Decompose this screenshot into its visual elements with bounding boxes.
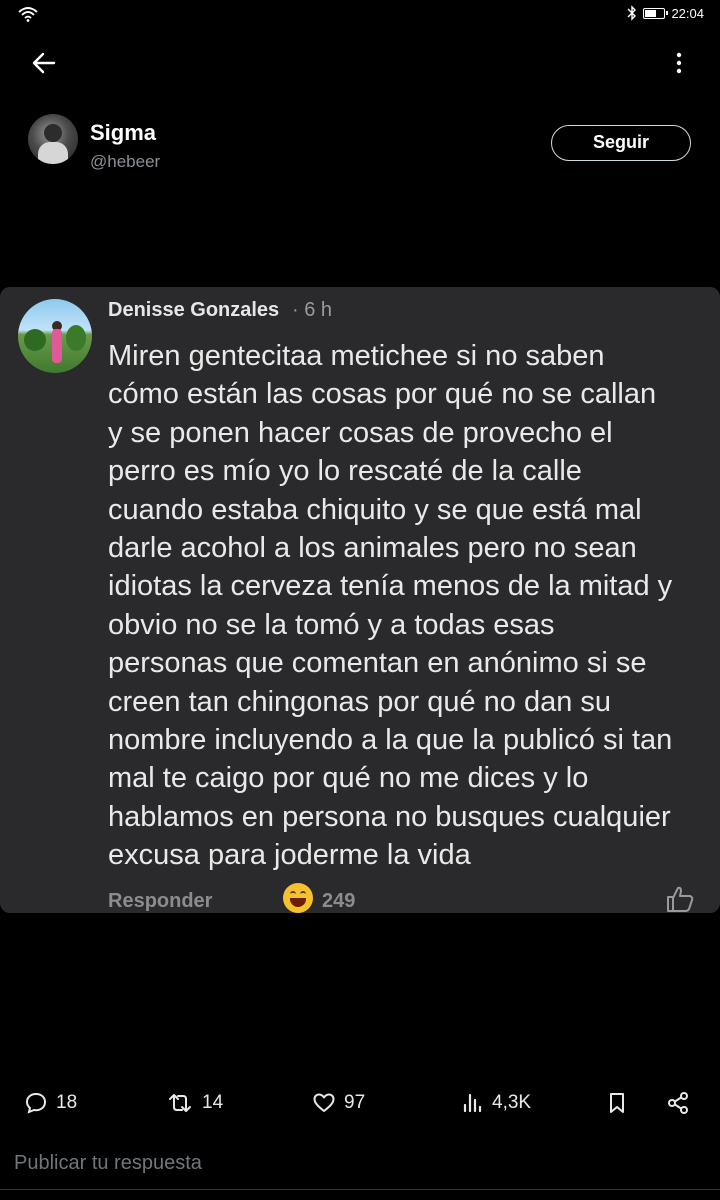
back-arrow-icon[interactable] bbox=[30, 50, 58, 76]
comment-time: · 6 h bbox=[292, 299, 333, 321]
comment-line: y se ponen hacer cosas de provecho el bbox=[108, 416, 613, 449]
avatar-head bbox=[44, 124, 62, 142]
tweet-detail-screen: 22:04 Sigma @hebeer Seguir Denisse Gonza… bbox=[0, 0, 720, 1200]
views-button[interactable]: 4,3K bbox=[462, 1090, 531, 1116]
laughing-emoji-icon bbox=[283, 883, 313, 913]
comment-line: creen tan chingonas por qué no dan su bbox=[108, 685, 612, 718]
comment-text: Miren gentecitaa metichee si no saben có… bbox=[108, 337, 708, 875]
author-avatar[interactable] bbox=[28, 114, 78, 164]
comment-reply-label: Responder bbox=[108, 890, 213, 912]
comment-line: mal te caigo por qué no me dices y lo bbox=[108, 762, 589, 795]
thumbs-up-icon bbox=[667, 886, 694, 912]
comment-line: perro es mío yo lo rescaté de la calle bbox=[108, 455, 582, 488]
avatar-person bbox=[52, 329, 62, 363]
avatar-tree bbox=[66, 325, 86, 351]
repost-count: 14 bbox=[202, 1092, 224, 1113]
comment-line: cómo están las cosas por qué no se calla… bbox=[108, 378, 657, 411]
comment-line: excusa para joderme la vida bbox=[108, 839, 471, 872]
comment-line: idiotas la cerveza tenía menos de la mit… bbox=[108, 570, 673, 603]
view-count: 4,3K bbox=[492, 1092, 532, 1113]
follow-button[interactable]: Seguir bbox=[551, 125, 691, 161]
commenter-avatar bbox=[18, 299, 92, 373]
comment-line: darle acohol a los animales pero no sean bbox=[108, 532, 637, 565]
status-time: 22:04 bbox=[671, 5, 704, 21]
share-button[interactable] bbox=[666, 1090, 690, 1116]
reply-count: 18 bbox=[56, 1092, 78, 1113]
reply-button[interactable]: 18 bbox=[24, 1090, 77, 1116]
comment-line: nombre incluyendo a la que la publicó si… bbox=[108, 724, 673, 757]
like-count: 97 bbox=[344, 1092, 366, 1113]
reply-input[interactable]: Publicar tu respuesta bbox=[14, 1152, 202, 1175]
comment-line: personas que comentan en anónimo si se bbox=[108, 647, 647, 680]
divider bbox=[0, 1189, 720, 1190]
status-bar: 22:04 bbox=[0, 0, 720, 28]
battery-level bbox=[645, 9, 656, 17]
comment-line: hablamos en persona no busques cualquier bbox=[108, 800, 671, 833]
heart-icon bbox=[313, 1093, 335, 1112]
more-vertical-icon[interactable] bbox=[674, 50, 684, 76]
commenter-name: Denisse Gonzales bbox=[108, 299, 280, 321]
battery-icon bbox=[643, 7, 669, 19]
bookmark-button[interactable] bbox=[606, 1090, 628, 1116]
repost-button[interactable]: 14 bbox=[166, 1090, 223, 1116]
avatar-body bbox=[38, 142, 68, 164]
avatar-tree bbox=[24, 329, 46, 351]
chat-bubble-icon bbox=[25, 1092, 47, 1114]
comment-line: cuando estaba chiquito y se que está mal bbox=[108, 493, 642, 526]
reaction-count: 249 bbox=[322, 890, 356, 912]
bar-chart-icon bbox=[463, 1093, 482, 1113]
bluetooth-icon bbox=[627, 5, 637, 21]
like-button[interactable]: 97 bbox=[312, 1090, 365, 1116]
wifi-icon bbox=[18, 7, 38, 22]
status-right: 22:04 bbox=[627, 5, 704, 21]
share-icon bbox=[668, 1092, 688, 1114]
comment-line: Miren gentecitaa metichee si no saben bbox=[108, 340, 605, 372]
comment-line: obvio no se la tomó y a todas esas bbox=[108, 608, 555, 641]
bookmark-icon bbox=[610, 1093, 624, 1113]
repost-icon bbox=[169, 1094, 191, 1112]
author-handle[interactable]: @hebeer bbox=[90, 152, 160, 172]
attached-image[interactable]: Denisse Gonzales · 6 h Miren gentecitaa … bbox=[0, 287, 720, 913]
author-name[interactable]: Sigma bbox=[90, 120, 156, 146]
